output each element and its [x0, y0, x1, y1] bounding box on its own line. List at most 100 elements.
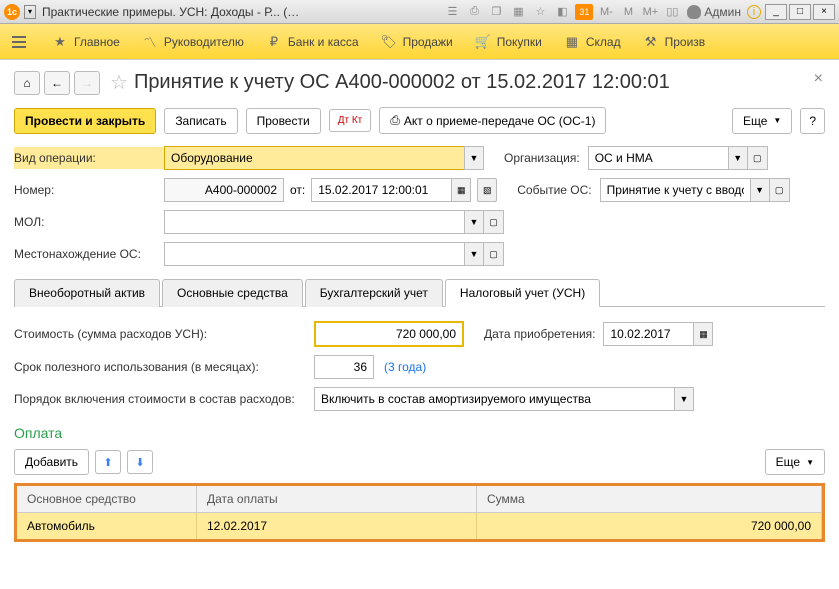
location-input[interactable] [164, 242, 464, 266]
star-icon[interactable]: ☆ [531, 4, 549, 20]
minimize-button[interactable]: _ [765, 4, 787, 20]
col-date[interactable]: Дата оплаты [197, 486, 477, 512]
location-label: Местонахождение ОС: [14, 243, 164, 265]
user-name: Админ [704, 5, 741, 19]
write-button[interactable]: Записать [164, 108, 237, 134]
nav-main[interactable]: ★Главное [52, 34, 120, 50]
nav-menu[interactable] [8, 33, 30, 51]
close-doc-button[interactable]: × [814, 70, 823, 88]
mol-label: МОЛ: [14, 211, 164, 233]
event-open[interactable]: ▢ [770, 178, 790, 202]
tb-icon-print[interactable]: ⎙ [465, 4, 483, 20]
post-close-button[interactable]: Провести и закрыть [14, 108, 156, 134]
org-input[interactable] [588, 146, 728, 170]
nav-production[interactable]: ⚒Произв [643, 34, 706, 50]
mol-input[interactable] [164, 210, 464, 234]
dtkt-button[interactable]: Дт Кт [329, 109, 372, 132]
print-act-button[interactable]: ⎙Акт о приеме-передаче ОС (ОС-1) [379, 107, 606, 134]
col-asset[interactable]: Основное средство [17, 486, 197, 512]
cart-icon: 🛒 [475, 34, 491, 50]
tb-icon-5[interactable]: ◧ [553, 4, 571, 20]
home-button[interactable]: ⌂ [14, 71, 40, 95]
post-button[interactable]: Провести [246, 108, 321, 134]
mol-dropdown[interactable]: ▼ [464, 210, 484, 234]
acq-date-picker[interactable]: ▦ [693, 322, 713, 346]
op-type-dropdown[interactable]: ▼ [464, 146, 484, 170]
user-indicator[interactable]: Админ [687, 5, 741, 19]
cost-label: Стоимость (сумма расходов УСН): [14, 323, 314, 345]
tab-noncurrent-asset[interactable]: Внеоборотный актив [14, 279, 160, 307]
nav-sales[interactable]: 🏷Продажи [381, 34, 453, 50]
toolbar: Провести и закрыть Записать Провести Дт … [14, 107, 825, 134]
mol-open[interactable]: ▢ [484, 210, 504, 234]
forward-button[interactable]: → [74, 71, 100, 95]
row-op-type: Вид операции: ▼ Организация: ▼ ▢ [14, 146, 825, 170]
org-dropdown[interactable]: ▼ [728, 146, 748, 170]
op-type-label: Вид операции: [14, 147, 164, 169]
doc-header: ⌂ ← → ☆ Принятие к учету ОС А400-000002 … [14, 70, 825, 95]
favorite-icon[interactable]: ☆ [110, 70, 128, 95]
date-input[interactable] [311, 178, 451, 202]
panel-icon[interactable]: ▯▯ [663, 4, 681, 20]
nav-bank[interactable]: ₽Банк и касса [266, 34, 359, 50]
tabs: Внеоборотный актив Основные средства Бух… [14, 278, 825, 307]
doc-title: Принятие к учету ОС А400-000002 от 15.02… [134, 71, 670, 94]
op-type-input[interactable] [164, 146, 464, 170]
star-icon: ★ [52, 34, 68, 50]
row-mol: МОЛ: ▼ ▢ [14, 210, 825, 234]
m[interactable]: M [619, 4, 637, 20]
help-button[interactable]: ? [800, 108, 825, 134]
tab-accounting[interactable]: Бухгалтерский учет [305, 279, 443, 307]
payment-more-button[interactable]: Еще▼ [765, 449, 825, 475]
calendar-icon[interactable]: 31 [575, 4, 593, 20]
content-area: × ⌂ ← → ☆ Принятие к учету ОС А400-00000… [0, 60, 839, 589]
cost-input[interactable] [314, 321, 464, 347]
nav-purchases[interactable]: 🛒Покупки [475, 34, 542, 50]
tab-fixed-assets[interactable]: Основные средства [162, 279, 303, 307]
app-icon: 1c [4, 4, 20, 20]
row-life: Срок полезного использования (в месяцах)… [14, 355, 825, 379]
order-dropdown[interactable]: ▼ [674, 387, 694, 411]
back-button[interactable]: ← [44, 71, 70, 95]
date-picker[interactable]: ▦ [451, 178, 471, 202]
close-button[interactable]: × [813, 4, 835, 20]
tab-tax-usn[interactable]: Налоговый учет (УСН) [445, 279, 600, 307]
nav-manager[interactable]: 〽Руководителю [142, 34, 244, 50]
life-link[interactable]: (3 года) [384, 360, 426, 374]
location-open[interactable]: ▢ [484, 242, 504, 266]
payment-section-title: Оплата [14, 425, 825, 441]
more-button[interactable]: Еще▼ [732, 108, 792, 134]
date-extra[interactable]: ▧ [477, 178, 497, 202]
nav-warehouse[interactable]: ▦Склад [564, 34, 621, 50]
payment-toolbar: Добавить ⬆ ⬇ Еще▼ [14, 449, 825, 475]
tb-icon-calc[interactable]: ▦ [509, 4, 527, 20]
location-dropdown[interactable]: ▼ [464, 242, 484, 266]
m-plus[interactable]: M+ [641, 4, 659, 20]
order-input[interactable] [314, 387, 674, 411]
m-minus[interactable]: M- [597, 4, 615, 20]
col-sum[interactable]: Сумма [477, 486, 822, 512]
event-label: Событие ОС: [517, 179, 591, 201]
row-number: Номер: от: ▦ ▧ Событие ОС: ▼ ▢ [14, 178, 825, 202]
event-dropdown[interactable]: ▼ [750, 178, 770, 202]
tb-icon-doc[interactable]: ❐ [487, 4, 505, 20]
info-icon[interactable]: i [747, 5, 761, 19]
life-input[interactable] [314, 355, 374, 379]
user-icon [687, 5, 701, 19]
add-button[interactable]: Добавить [14, 449, 89, 475]
maximize-button[interactable]: □ [789, 4, 811, 20]
move-down-button[interactable]: ⬇ [127, 450, 153, 474]
app-menu-dropdown[interactable]: ▾ [24, 5, 36, 19]
event-input[interactable] [600, 178, 750, 202]
number-input[interactable] [164, 178, 284, 202]
org-open[interactable]: ▢ [748, 146, 768, 170]
move-up-button[interactable]: ⬆ [95, 450, 121, 474]
table-row[interactable]: Автомобиль 12.02.2017 720 000,00 [17, 513, 822, 539]
acq-date-input[interactable] [603, 322, 693, 346]
org-label: Организация: [504, 147, 580, 169]
factory-icon: ⚒ [643, 34, 659, 50]
print-icon: ⎙ [390, 113, 400, 128]
burger-icon [12, 36, 26, 48]
navbar: ★Главное 〽Руководителю ₽Банк и касса 🏷Пр… [0, 24, 839, 60]
tb-icon-1[interactable]: ☰ [443, 4, 461, 20]
